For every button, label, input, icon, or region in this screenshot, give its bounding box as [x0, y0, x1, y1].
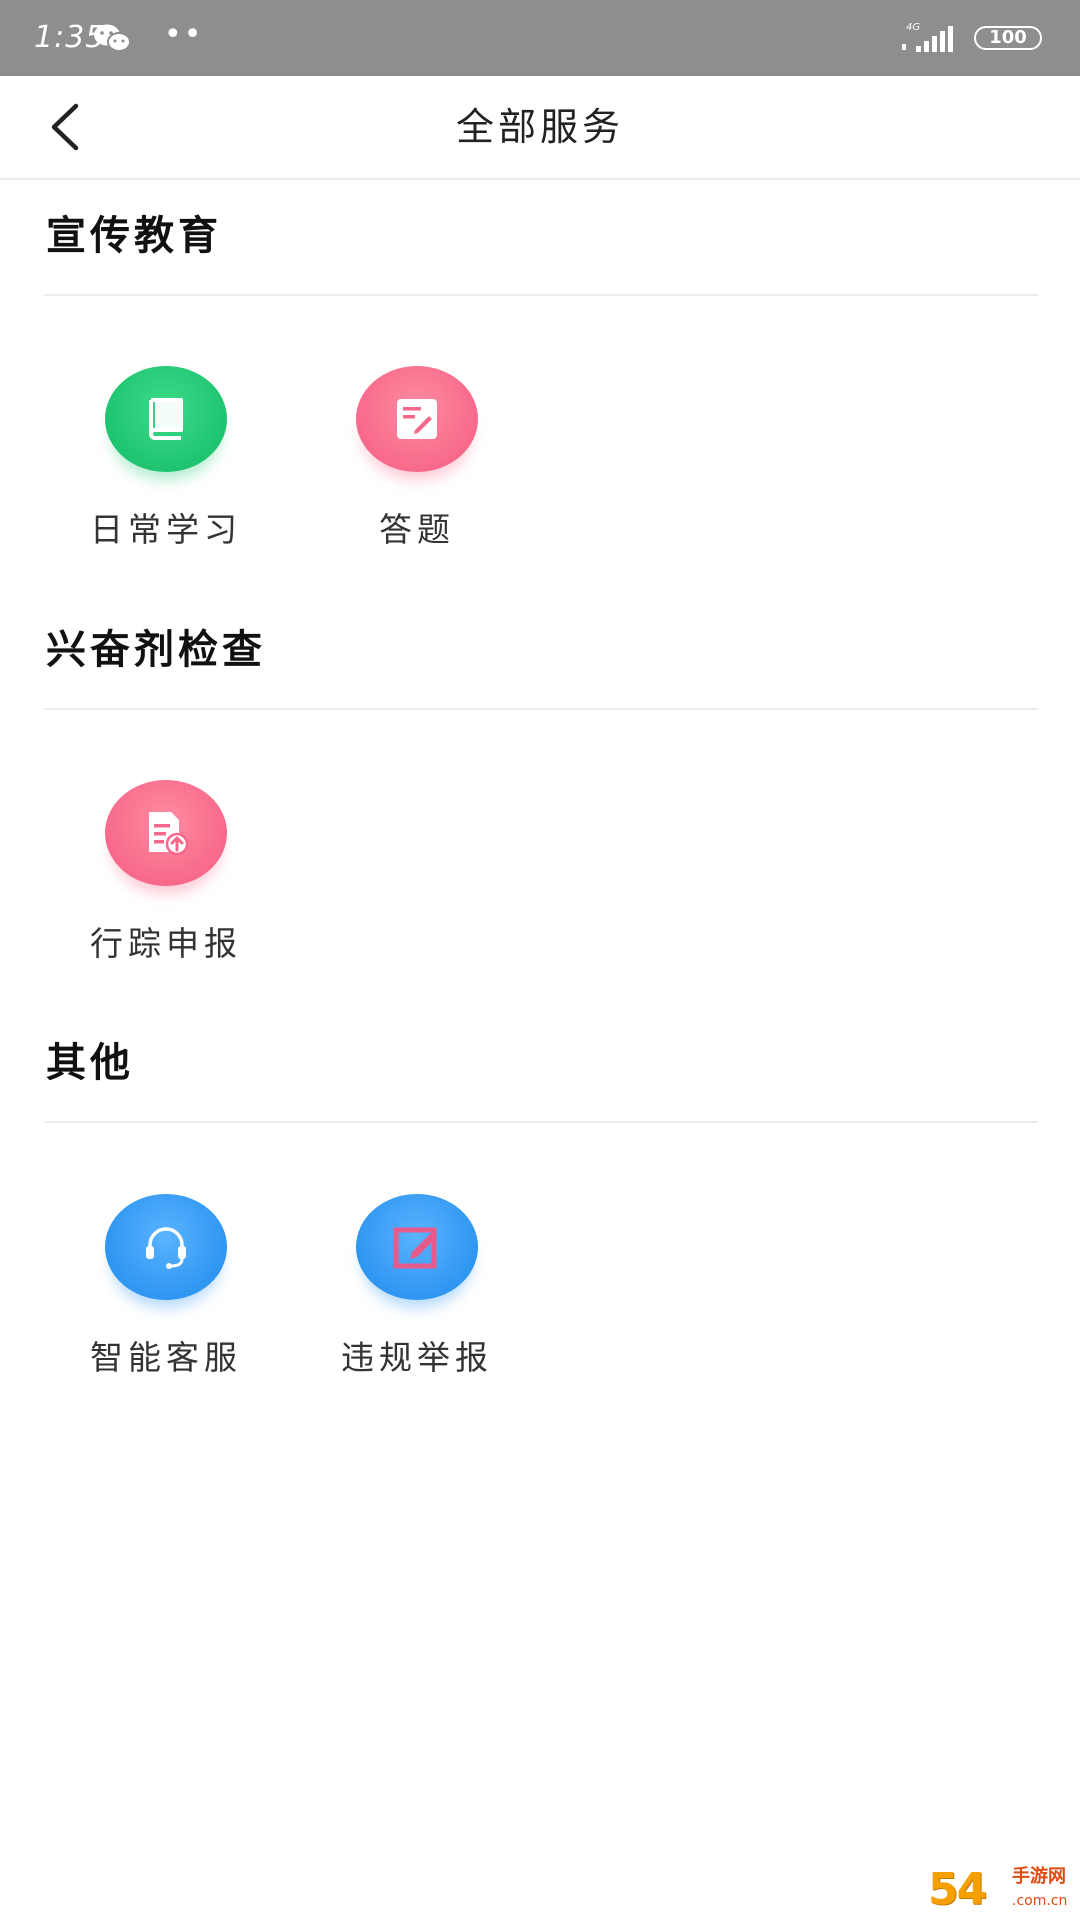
edit-note-icon [397, 399, 437, 439]
service-label: 智能客服 [90, 1338, 242, 1377]
service-icon-circle [105, 1194, 227, 1300]
status-bar: 1:35 •• 4G 100 [0, 0, 1080, 76]
report-edit-icon [393, 1227, 437, 1269]
watermark-main: 54 [928, 1864, 987, 1915]
app-header: 全部服务 [0, 76, 1080, 180]
service-item-violation-report[interactable]: 违规举报 [317, 1194, 517, 1394]
service-label: 答题 [379, 510, 455, 549]
service-item-daily-study[interactable]: 日常学习 [66, 366, 266, 566]
section-divider [44, 708, 1038, 710]
page-title: 全部服务 [455, 105, 624, 149]
section-heading-doping-control: 兴奋剂检查 [46, 626, 266, 673]
service-label: 违规举报 [341, 1338, 493, 1377]
section-heading-other: 其他 [46, 1039, 134, 1086]
service-label: 行踪申报 [90, 924, 242, 963]
section-heading-publicity-education: 宣传教育 [46, 212, 222, 259]
signal-icon: 4G [902, 22, 953, 52]
service-label: 日常学习 [90, 510, 242, 549]
wechat-icon [94, 24, 131, 52]
document-upload-icon [149, 812, 189, 856]
watermark-sub: .com.cn [1012, 1893, 1068, 1909]
watermark-logo: 54 手游网 .com.cn [928, 1864, 1080, 1920]
battery-indicator: 100 [974, 26, 1042, 50]
service-icon-circle [356, 366, 478, 472]
headset-icon [146, 1227, 186, 1269]
service-item-smart-customer-service[interactable]: 智能客服 [66, 1194, 266, 1394]
service-item-quiz[interactable]: 答题 [317, 366, 517, 566]
section-divider [44, 294, 1038, 296]
service-icon-circle [105, 366, 227, 472]
section-divider [44, 1121, 1038, 1123]
notification-dots: •• [164, 17, 204, 52]
book-icon [149, 398, 183, 440]
service-icon-circle [105, 780, 227, 886]
network-type-label: 4G [906, 22, 920, 33]
back-arrow-icon[interactable] [46, 102, 86, 152]
service-icon-circle [356, 1194, 478, 1300]
service-item-whereabouts-report[interactable]: 行踪申报 [66, 780, 266, 980]
watermark-text: 手游网 [1012, 1866, 1066, 1887]
